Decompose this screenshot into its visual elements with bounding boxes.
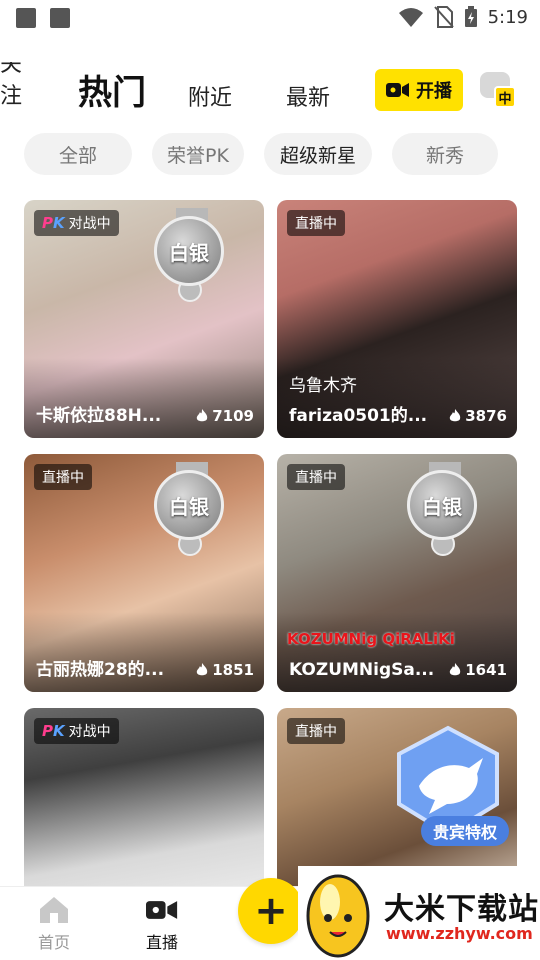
silver-medal-icon: 白银 bbox=[154, 462, 230, 561]
flame-icon bbox=[197, 663, 208, 676]
filter-rookie[interactable]: 新秀 bbox=[392, 133, 498, 175]
filter-all[interactable]: 全部 bbox=[24, 133, 132, 175]
watermark: 大米下载站 www.zzhyw.com bbox=[298, 866, 540, 960]
pk-icon: PK bbox=[42, 214, 65, 232]
filter-super-star[interactable]: 超级新星 bbox=[264, 133, 372, 175]
card-title: 古丽热娜28的... bbox=[36, 660, 165, 680]
heat-count: 7109 bbox=[196, 407, 254, 425]
flame-icon bbox=[450, 663, 461, 676]
stream-overlay-text: KOZUMNig QiRALiKi bbox=[287, 630, 455, 648]
heat-value: 1641 bbox=[465, 661, 507, 679]
create-button[interactable]: + bbox=[238, 878, 304, 944]
flame-icon bbox=[197, 409, 208, 422]
vip-privilege-label: 贵宾特权 bbox=[420, 816, 509, 846]
card-title: KOZUMNigSa... bbox=[289, 660, 435, 680]
badge-label: 对战中 bbox=[68, 216, 111, 232]
medal-label: 白银 bbox=[422, 494, 462, 519]
home-icon bbox=[40, 897, 68, 923]
medal-disc: 白银 bbox=[407, 470, 477, 540]
badge-label: 对战中 bbox=[68, 724, 111, 740]
live-card[interactable]: 直播中 白银 KOZUMNig QiRALiKi KOZUMNigSa... 1… bbox=[277, 454, 517, 692]
flame-icon bbox=[450, 409, 461, 422]
heat-count: 3876 bbox=[449, 407, 507, 425]
medal-label: 白银 bbox=[169, 494, 209, 519]
heat-count: 1851 bbox=[196, 661, 254, 679]
live-badge: 直播中 bbox=[287, 718, 345, 744]
battery-charging-icon bbox=[464, 6, 477, 27]
nav-home-label: 首页 bbox=[37, 933, 70, 952]
go-live-label: 开播 bbox=[416, 81, 452, 102]
go-live-button[interactable]: 开播 bbox=[375, 69, 463, 111]
live-card[interactable]: PK 对战中 白银 卡斯依拉88H... 7109 bbox=[24, 200, 264, 438]
tab-follow[interactable]: 关注 bbox=[0, 62, 38, 122]
live-card[interactable]: 直播中 白银 古丽热娜28的... 1851 bbox=[24, 454, 264, 692]
pk-badge: PK 对战中 bbox=[34, 210, 119, 236]
a-badge-icon bbox=[50, 8, 70, 28]
card-shade bbox=[277, 358, 517, 438]
medal-disc: 白银 bbox=[154, 470, 224, 540]
image-icon bbox=[16, 8, 36, 28]
language-badge: 中 bbox=[494, 86, 516, 108]
filter-chips: 全部 荣誉PK 超级新星 新秀 bbox=[24, 133, 498, 175]
rice-mascot-icon bbox=[306, 874, 370, 958]
watermark-name: 大米下载站 bbox=[384, 892, 539, 927]
card-location: 乌鲁木齐 bbox=[289, 376, 357, 396]
watermark-url: www.zzhyw.com bbox=[386, 924, 533, 943]
video-camera-icon bbox=[386, 83, 409, 97]
silver-medal-icon: 白银 bbox=[407, 462, 483, 561]
wifi-icon bbox=[398, 8, 423, 27]
live-badge: 直播中 bbox=[287, 464, 345, 490]
pk-icon: PK bbox=[42, 722, 65, 740]
heat-value: 7109 bbox=[212, 407, 254, 425]
status-right: 5:19 bbox=[398, 6, 528, 28]
heat-value: 3876 bbox=[465, 407, 507, 425]
live-card[interactable]: PK 对战中 bbox=[24, 708, 264, 908]
clock: 5:19 bbox=[487, 6, 528, 28]
medal-label: 白银 bbox=[169, 240, 209, 265]
card-shade bbox=[24, 358, 264, 438]
card-title: 卡斯依拉88H... bbox=[36, 406, 162, 426]
card-title: fariza0501的... bbox=[289, 406, 428, 426]
live-card[interactable]: 直播中 乌鲁木齐 fariza0501的... 3876 bbox=[277, 200, 517, 438]
tab-nearby[interactable]: 附近 bbox=[188, 62, 232, 122]
nav-live[interactable]: 直播 bbox=[122, 895, 202, 953]
heat-value: 1851 bbox=[212, 661, 254, 679]
no-sim-icon bbox=[433, 6, 454, 28]
card-shade bbox=[24, 612, 264, 692]
pk-badge: PK 对战中 bbox=[34, 718, 119, 744]
language-switch-button[interactable]: 中 bbox=[478, 70, 518, 110]
status-bar: 5:19 bbox=[0, 0, 540, 36]
nav-home[interactable]: 首页 bbox=[14, 895, 94, 953]
tab-latest[interactable]: 最新 bbox=[286, 62, 330, 122]
filter-honor-pk[interactable]: 荣誉PK bbox=[152, 133, 244, 175]
live-badge: 直播中 bbox=[287, 210, 345, 236]
status-left bbox=[16, 8, 70, 28]
tab-hot[interactable]: 热门 bbox=[78, 62, 146, 122]
heat-count: 1641 bbox=[449, 661, 507, 679]
live-badge: 直播中 bbox=[34, 464, 92, 490]
medal-disc: 白银 bbox=[154, 216, 224, 286]
silver-medal-icon: 白银 bbox=[154, 208, 230, 307]
nav-live-label: 直播 bbox=[145, 933, 178, 952]
card-shade bbox=[277, 612, 517, 692]
video-camera-icon bbox=[146, 901, 178, 919]
